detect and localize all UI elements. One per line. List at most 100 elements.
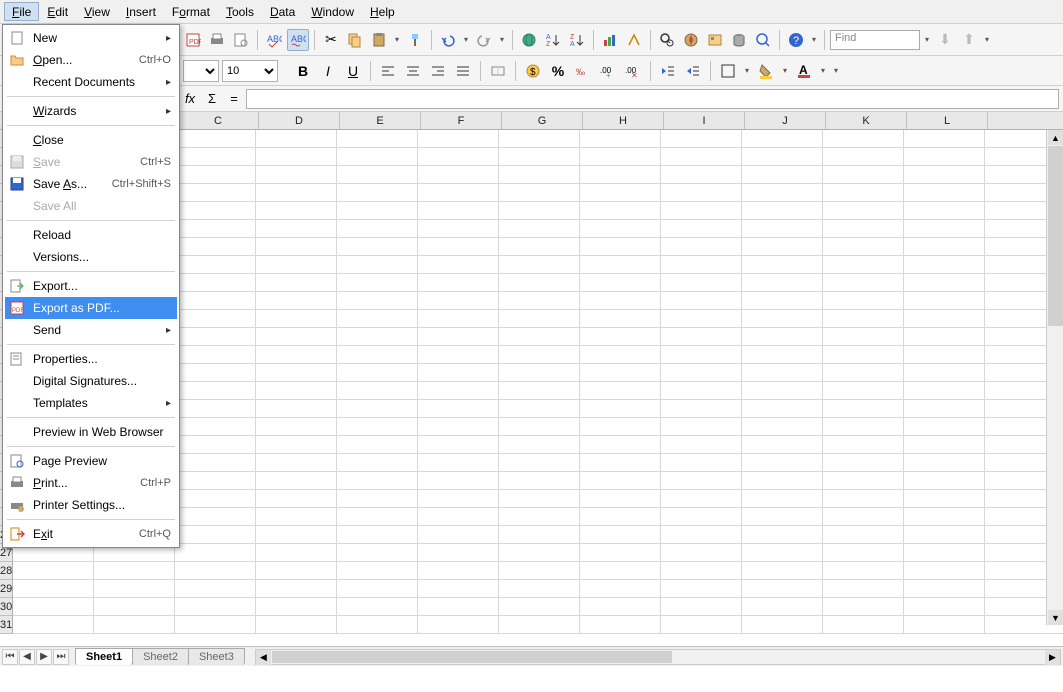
find-next-icon[interactable]: ⬇ [934,29,956,51]
cell[interactable] [256,292,337,310]
cell[interactable] [499,130,580,148]
cell[interactable] [580,544,661,562]
cell[interactable] [418,148,499,166]
menu-insert[interactable]: Insert [118,2,164,21]
cell[interactable] [742,130,823,148]
toolbar-more-2[interactable]: ▾ [982,29,992,51]
cell[interactable] [175,130,256,148]
cell[interactable] [175,220,256,238]
col-header[interactable]: F [421,112,502,129]
menu-save-all[interactable]: Save All [5,195,177,217]
cell[interactable] [337,616,418,634]
cell[interactable] [418,184,499,202]
cell[interactable] [823,184,904,202]
cell[interactable] [418,166,499,184]
function-icon[interactable]: = [224,89,244,109]
cell[interactable] [661,490,742,508]
cell[interactable] [661,292,742,310]
cell[interactable] [499,148,580,166]
find-input[interactable]: Find [830,30,920,50]
cell[interactable] [742,220,823,238]
cell[interactable] [175,598,256,616]
align-right-icon[interactable] [427,60,449,82]
toolbar-more-3[interactable]: ▾ [831,60,841,82]
cell[interactable] [256,148,337,166]
paste-dropdown[interactable]: ▾ [392,29,402,51]
cell[interactable] [337,256,418,274]
cell[interactable] [742,364,823,382]
cell[interactable] [337,436,418,454]
cell[interactable] [418,454,499,472]
cell[interactable] [823,508,904,526]
cell[interactable] [580,454,661,472]
cell[interactable] [94,580,175,598]
cell[interactable] [256,346,337,364]
cell[interactable] [742,598,823,616]
cell[interactable] [175,310,256,328]
menu-page-preview[interactable]: Page Preview [5,450,177,472]
cell[interactable] [256,274,337,292]
cell[interactable] [499,274,580,292]
cell[interactable] [904,616,985,634]
cell[interactable] [418,130,499,148]
align-left-icon[interactable] [377,60,399,82]
cell[interactable] [661,562,742,580]
cell[interactable] [418,526,499,544]
cell[interactable] [256,184,337,202]
borders-icon[interactable] [717,60,739,82]
gallery-icon[interactable] [704,29,726,51]
cell[interactable] [256,526,337,544]
cell[interactable] [337,400,418,418]
cell[interactable] [580,292,661,310]
cell[interactable] [742,418,823,436]
cell[interactable] [337,418,418,436]
font-color-dropdown[interactable]: ▾ [818,60,828,82]
row-header[interactable]: 31 [0,616,12,634]
cell[interactable] [661,598,742,616]
cell[interactable] [823,580,904,598]
cell[interactable] [904,598,985,616]
cell[interactable] [742,544,823,562]
cell[interactable] [823,130,904,148]
cell[interactable] [337,148,418,166]
cell[interactable] [580,436,661,454]
cell[interactable] [256,544,337,562]
cell[interactable] [742,256,823,274]
cell[interactable] [823,382,904,400]
cell[interactable] [418,382,499,400]
cell[interactable] [661,454,742,472]
cell[interactable] [823,292,904,310]
row-header[interactable]: 28 [0,562,12,580]
cell[interactable] [580,508,661,526]
cell[interactable] [499,382,580,400]
cell[interactable] [256,598,337,616]
cell[interactable] [337,346,418,364]
cell[interactable] [580,526,661,544]
cell[interactable] [904,274,985,292]
cell[interactable] [175,382,256,400]
cell[interactable] [823,472,904,490]
cell[interactable] [661,274,742,292]
menu-view[interactable]: View [76,2,118,21]
find-prev-icon[interactable]: ⬆ [958,29,980,51]
cell[interactable] [175,562,256,580]
cell[interactable] [175,184,256,202]
cell[interactable] [580,472,661,490]
cell[interactable] [904,472,985,490]
cell[interactable] [661,328,742,346]
cell[interactable] [580,598,661,616]
cell[interactable] [661,238,742,256]
cell[interactable] [337,364,418,382]
scroll-thumb[interactable] [272,651,672,663]
cell[interactable] [904,166,985,184]
col-header[interactable]: D [259,112,340,129]
cell[interactable] [418,274,499,292]
cell[interactable] [418,616,499,634]
cell[interactable] [13,580,94,598]
cell[interactable] [256,436,337,454]
menu-send[interactable]: Send ▸ [5,319,177,341]
cell[interactable] [94,598,175,616]
cell[interactable] [256,562,337,580]
sheet-tab[interactable]: Sheet2 [132,648,189,665]
cell[interactable] [580,490,661,508]
